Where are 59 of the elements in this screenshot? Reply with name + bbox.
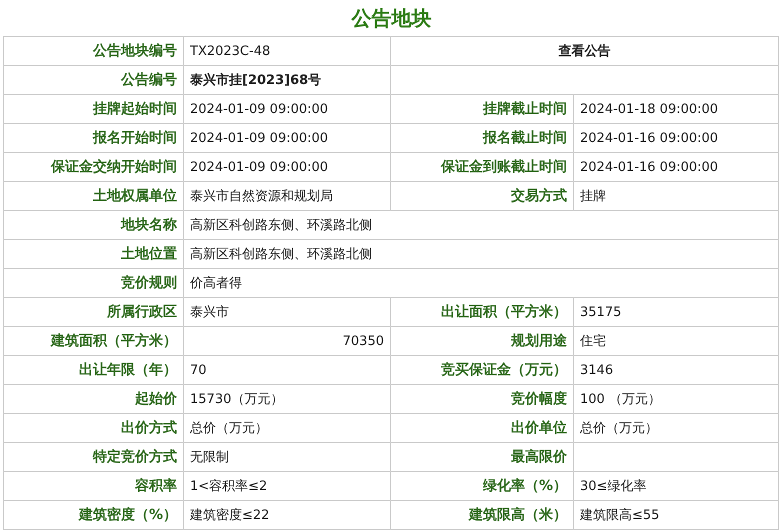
field-value: 35175: [574, 298, 778, 326]
field-label: 出让面积（平方米）: [390, 298, 574, 326]
field-value: 2024-01-16 09:00:00: [574, 152, 778, 182]
field-value: 15730（万元）: [184, 384, 390, 414]
field-value: 2024-01-09 09:00:00: [184, 152, 390, 182]
field-label: 出价单位: [390, 414, 574, 442]
field-label: 地块名称: [4, 210, 184, 240]
field-label: 最高限价: [390, 442, 574, 472]
field-label: 建筑限高（米）: [390, 500, 574, 530]
field-value: 建筑密度≤22: [184, 500, 390, 530]
field-label: 绿化率（%）: [390, 472, 574, 500]
field-label: 公告编号: [4, 66, 184, 94]
view-notice-link[interactable]: 查看公告: [390, 36, 778, 66]
field-value: 总价（万元）: [184, 414, 390, 442]
field-value: 2024-01-16 09:00:00: [574, 124, 778, 152]
field-value: 100 （万元）: [574, 384, 778, 414]
field-value: 2024-01-18 09:00:00: [574, 94, 778, 124]
field-value: TX2023C-48: [184, 36, 390, 66]
field-value: 70: [184, 356, 390, 384]
field-label: 报名截止时间: [390, 124, 574, 152]
field-label: 建筑面积（平方米）: [4, 326, 184, 356]
field-value: 70350: [184, 326, 390, 356]
field-value: 1<容积率≤2: [184, 472, 390, 500]
field-label: 容积率: [4, 472, 184, 500]
field-label: 竞价幅度: [390, 384, 574, 414]
field-label: 起始价: [4, 384, 184, 414]
field-label: 出让年限（年）: [4, 356, 184, 384]
field-value: 价高者得: [184, 268, 778, 298]
field-label: 土地权属单位: [4, 182, 184, 210]
field-label: 特定竞价方式: [4, 442, 184, 472]
field-value: 30≤绿化率: [574, 472, 778, 500]
field-value: 总价（万元）: [574, 414, 778, 442]
field-value: 泰兴市挂[2023]68号: [184, 66, 390, 94]
field-value: 高新区科创路东侧、环溪路北侧: [184, 210, 778, 240]
page-title: 公告地块: [350, 5, 432, 32]
field-label: 保证金交纳开始时间: [4, 152, 184, 182]
field-label: 建筑密度（%）: [4, 500, 184, 530]
field-value: 挂牌: [574, 182, 778, 210]
field-label: 保证金到账截止时间: [390, 152, 574, 182]
field-value: 3146: [574, 356, 778, 384]
field-label: 所属行政区: [4, 298, 184, 326]
field-label: 挂牌截止时间: [390, 94, 574, 124]
field-label: 报名开始时间: [4, 124, 184, 152]
field-label: 公告地块编号: [4, 36, 184, 66]
field-label: 出价方式: [4, 414, 184, 442]
field-label: 挂牌起始时间: [4, 94, 184, 124]
field-value: 2024-01-09 09:00:00: [184, 124, 390, 152]
field-label: 交易方式: [390, 182, 574, 210]
field-label: 规划用途: [390, 326, 574, 356]
field-value: 住宅: [574, 326, 778, 356]
field-label: 竞价规则: [4, 268, 184, 298]
field-value: 泰兴市: [184, 298, 390, 326]
field-value: 2024-01-09 09:00:00: [184, 94, 390, 124]
field-value: 建筑限高≤55: [574, 500, 778, 530]
field-label: 竞买保证金（万元）: [390, 356, 574, 384]
field-value: 无限制: [184, 442, 390, 472]
field-label: 土地位置: [4, 240, 184, 268]
field-value: 泰兴市自然资源和规划局: [184, 182, 390, 210]
field-value: 高新区科创路东侧、环溪路北侧: [184, 240, 778, 268]
